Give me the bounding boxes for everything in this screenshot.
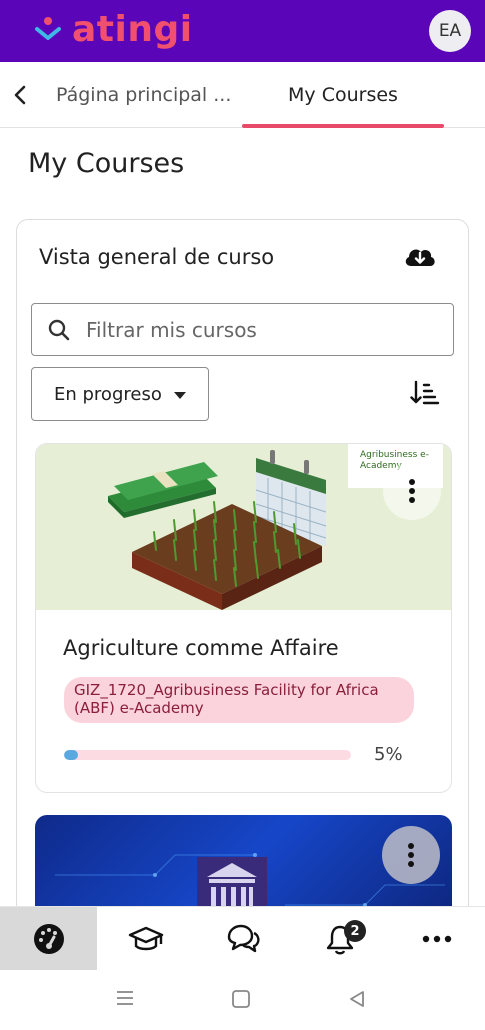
square-icon	[232, 990, 250, 1008]
active-tab-indicator	[242, 124, 444, 128]
progress-filter-select[interactable]: En progreso	[31, 367, 209, 421]
progress-percent: 5%	[374, 744, 403, 765]
course-image[interactable]: Agribusiness e-Academy	[36, 444, 451, 610]
course-menu-button[interactable]	[383, 462, 441, 520]
dashboard-icon	[33, 924, 64, 954]
system-back-button[interactable]	[346, 988, 370, 1012]
course-menu-button[interactable]	[382, 826, 440, 884]
course-progress-bar	[64, 750, 351, 760]
course-overview-card: Vista general de curso En progreso	[16, 219, 469, 959]
atingi-logo[interactable]: atingi	[30, 8, 193, 52]
back-button[interactable]	[8, 80, 32, 110]
chevron-left-icon	[14, 85, 26, 105]
overview-title: Vista general de curso	[39, 245, 275, 269]
nav-notifications[interactable]: 2	[291, 907, 388, 971]
nav-more[interactable]	[388, 907, 485, 971]
tab-bar: Página principal ... My Courses	[0, 62, 485, 128]
sort-button[interactable]	[410, 380, 440, 406]
app-header: atingi EA	[0, 0, 485, 62]
recent-apps-button[interactable]	[114, 988, 138, 1012]
tab-home[interactable]: Página principal ...	[56, 62, 242, 128]
more-vertical-icon	[409, 479, 415, 503]
logo-icon	[35, 17, 61, 40]
triangle-back-icon	[350, 991, 364, 1007]
chat-icon	[227, 924, 260, 953]
search-icon	[48, 319, 70, 341]
filter-selected-label: En progreso	[54, 383, 162, 405]
more-vertical-icon	[408, 843, 414, 867]
search-box	[31, 303, 454, 356]
course-category-badge: GIZ_1720_Agribusiness Facility for Afric…	[64, 677, 414, 723]
tab-my-courses[interactable]: My Courses	[242, 62, 444, 128]
home-button[interactable]	[230, 988, 254, 1012]
bottom-navigation: 2	[0, 906, 485, 971]
graduation-cap-icon	[128, 926, 163, 951]
course-card[interactable]: Agribusiness e-Academy Agriculture comme…	[35, 443, 452, 793]
nav-courses[interactable]	[97, 907, 194, 971]
system-navigation-bar	[0, 970, 485, 1030]
brand-name: atingi	[72, 9, 193, 50]
cloud-download-icon	[405, 249, 435, 266]
avatar[interactable]: EA	[429, 10, 471, 52]
course-name[interactable]: Agriculture comme Affaire	[63, 636, 339, 660]
search-input[interactable]	[86, 312, 436, 348]
progress-fill	[64, 750, 79, 760]
menu-lines-icon	[117, 991, 133, 1005]
download-button[interactable]	[402, 242, 438, 272]
sort-descending-icon	[410, 380, 440, 405]
nav-dashboard[interactable]	[0, 907, 97, 971]
page-title: My Courses	[28, 148, 185, 179]
nav-messages[interactable]	[194, 907, 291, 971]
chevron-down-icon	[174, 392, 186, 399]
more-icon	[422, 935, 451, 943]
notification-count-badge: 2	[344, 920, 366, 942]
